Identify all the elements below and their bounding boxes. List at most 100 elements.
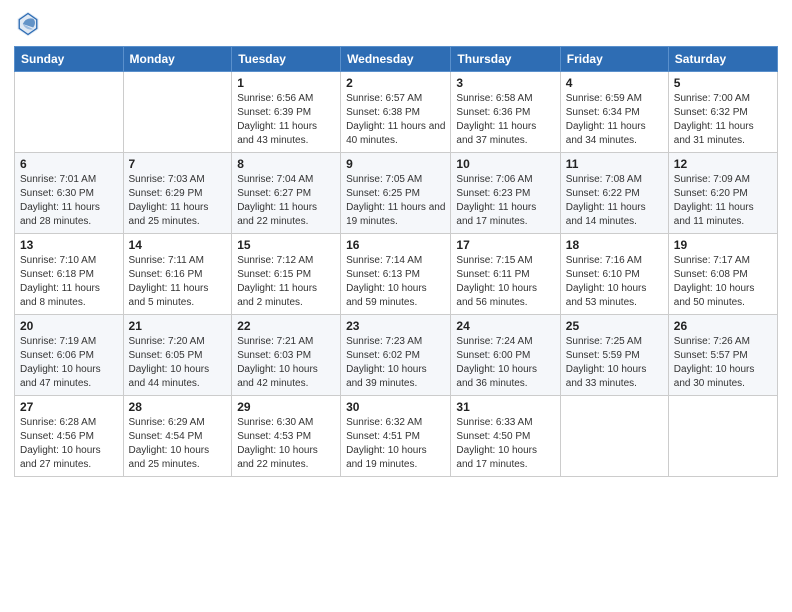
day-number: 12: [674, 157, 772, 171]
day-number: 28: [129, 400, 227, 414]
day-info: Sunrise: 7:01 AM Sunset: 6:30 PM Dayligh…: [20, 173, 118, 229]
day-number: 1: [237, 76, 335, 90]
day-cell: 31 Sunrise: 6:33 AM Sunset: 4:50 PM Dayli…: [451, 396, 560, 477]
day-cell: 22 Sunrise: 7:21 AM Sunset: 6:03 PM Dayli…: [232, 315, 341, 396]
day-number: 24: [456, 319, 554, 333]
day-cell: 15Sunrise: 7:12 AM Sunset: 6:15 PM Dayli…: [232, 234, 341, 315]
day-info: Sunrise: 6:59 AM Sunset: 6:34 PM Dayligh…: [566, 92, 663, 148]
day-info: Sunrise: 7:26 AM Sunset: 5:57 PM Dayligh…: [674, 335, 772, 391]
day-cell: 21 Sunrise: 7:20 AM Sunset: 6:05 PM Dayli…: [123, 315, 232, 396]
day-cell: 2 Sunrise: 6:57 AM Sunset: 6:38 PM Daylig…: [341, 72, 451, 153]
day-number: 22: [237, 319, 335, 333]
day-cell: 12 Sunrise: 7:09 AM Sunset: 6:20 PM Dayli…: [668, 153, 777, 234]
day-number: 29: [237, 400, 335, 414]
day-cell: 28Sunrise: 6:29 AM Sunset: 4:54 PM Dayli…: [123, 396, 232, 477]
day-number: 21: [129, 319, 227, 333]
day-info: Sunrise: 7:04 AM Sunset: 6:27 PM Dayligh…: [237, 173, 335, 229]
day-number: 17: [456, 238, 554, 252]
day-info: Sunrise: 7:21 AM Sunset: 6:03 PM Dayligh…: [237, 335, 335, 391]
day-cell: 20 Sunrise: 7:19 AM Sunset: 6:06 PM Dayli…: [15, 315, 124, 396]
day-info: Sunrise: 6:57 AM Sunset: 6:38 PM Dayligh…: [346, 92, 445, 148]
weekday-header-monday: Monday: [123, 47, 232, 72]
day-info: Sunrise: 7:15 AM Sunset: 6:11 PM Dayligh…: [456, 254, 554, 310]
day-number: 26: [674, 319, 772, 333]
weekday-header-row: SundayMondayTuesdayWednesdayThursdayFrid…: [15, 47, 778, 72]
day-cell: 25 Sunrise: 7:25 AM Sunset: 5:59 PM Dayli…: [560, 315, 668, 396]
day-cell: 4 Sunrise: 6:59 AM Sunset: 6:34 PM Daylig…: [560, 72, 668, 153]
day-cell: 18Sunrise: 7:16 AM Sunset: 6:10 PM Dayli…: [560, 234, 668, 315]
day-cell: 6Sunrise: 7:01 AM Sunset: 6:30 PM Daylig…: [15, 153, 124, 234]
week-row-3: 13 Sunrise: 7:10 AM Sunset: 6:18 PM Dayli…: [15, 234, 778, 315]
day-cell: 3 Sunrise: 6:58 AM Sunset: 6:36 PM Daylig…: [451, 72, 560, 153]
day-info: Sunrise: 6:56 AM Sunset: 6:39 PM Dayligh…: [237, 92, 335, 148]
weekday-header-thursday: Thursday: [451, 47, 560, 72]
day-number: 30: [346, 400, 445, 414]
day-info: Sunrise: 7:03 AM Sunset: 6:29 PM Dayligh…: [129, 173, 227, 229]
day-number: 13: [20, 238, 118, 252]
day-cell: [668, 396, 777, 477]
day-number: 3: [456, 76, 554, 90]
day-info: Sunrise: 6:32 AM Sunset: 4:51 PM Dayligh…: [346, 416, 445, 472]
day-cell: 16 Sunrise: 7:14 AM Sunset: 6:13 PM Dayli…: [341, 234, 451, 315]
week-row-5: 27 Sunrise: 6:28 AM Sunset: 4:56 PM Dayli…: [15, 396, 778, 477]
day-cell: 10Sunrise: 7:06 AM Sunset: 6:23 PM Dayli…: [451, 153, 560, 234]
week-row-2: 6Sunrise: 7:01 AM Sunset: 6:30 PM Daylig…: [15, 153, 778, 234]
day-info: Sunrise: 6:33 AM Sunset: 4:50 PM Dayligh…: [456, 416, 554, 472]
day-number: 18: [566, 238, 663, 252]
day-cell: 30 Sunrise: 6:32 AM Sunset: 4:51 PM Dayli…: [341, 396, 451, 477]
day-number: 16: [346, 238, 445, 252]
day-info: Sunrise: 7:19 AM Sunset: 6:06 PM Dayligh…: [20, 335, 118, 391]
day-info: Sunrise: 7:25 AM Sunset: 5:59 PM Dayligh…: [566, 335, 663, 391]
day-cell: 19 Sunrise: 7:17 AM Sunset: 6:08 PM Dayli…: [668, 234, 777, 315]
day-number: 19: [674, 238, 772, 252]
day-cell: 17 Sunrise: 7:15 AM Sunset: 6:11 PM Dayli…: [451, 234, 560, 315]
weekday-header-friday: Friday: [560, 47, 668, 72]
week-row-1: 1 Sunrise: 6:56 AM Sunset: 6:39 PM Daylig…: [15, 72, 778, 153]
logo-icon: [14, 10, 42, 38]
week-row-4: 20 Sunrise: 7:19 AM Sunset: 6:06 PM Dayli…: [15, 315, 778, 396]
day-info: Sunrise: 7:08 AM Sunset: 6:22 PM Dayligh…: [566, 173, 663, 229]
page: SundayMondayTuesdayWednesdayThursdayFrid…: [0, 0, 792, 612]
day-cell: 5Sunrise: 7:00 AM Sunset: 6:32 PM Daylig…: [668, 72, 777, 153]
day-info: Sunrise: 7:10 AM Sunset: 6:18 PM Dayligh…: [20, 254, 118, 310]
day-number: 2: [346, 76, 445, 90]
day-info: Sunrise: 6:58 AM Sunset: 6:36 PM Dayligh…: [456, 92, 554, 148]
weekday-header-wednesday: Wednesday: [341, 47, 451, 72]
day-number: 10: [456, 157, 554, 171]
day-number: 8: [237, 157, 335, 171]
day-cell: 23Sunrise: 7:23 AM Sunset: 6:02 PM Dayli…: [341, 315, 451, 396]
weekday-header-sunday: Sunday: [15, 47, 124, 72]
day-cell: 14 Sunrise: 7:11 AM Sunset: 6:16 PM Dayli…: [123, 234, 232, 315]
day-cell: 7 Sunrise: 7:03 AM Sunset: 6:29 PM Daylig…: [123, 153, 232, 234]
day-number: 9: [346, 157, 445, 171]
day-info: Sunrise: 7:17 AM Sunset: 6:08 PM Dayligh…: [674, 254, 772, 310]
day-number: 25: [566, 319, 663, 333]
day-number: 27: [20, 400, 118, 414]
day-number: 20: [20, 319, 118, 333]
day-info: Sunrise: 7:00 AM Sunset: 6:32 PM Dayligh…: [674, 92, 772, 148]
day-info: Sunrise: 7:20 AM Sunset: 6:05 PM Dayligh…: [129, 335, 227, 391]
weekday-header-tuesday: Tuesday: [232, 47, 341, 72]
day-info: Sunrise: 7:09 AM Sunset: 6:20 PM Dayligh…: [674, 173, 772, 229]
day-info: Sunrise: 6:30 AM Sunset: 4:53 PM Dayligh…: [237, 416, 335, 472]
day-number: 11: [566, 157, 663, 171]
header: [14, 10, 778, 38]
logo: [14, 10, 46, 38]
day-info: Sunrise: 6:28 AM Sunset: 4:56 PM Dayligh…: [20, 416, 118, 472]
weekday-header-saturday: Saturday: [668, 47, 777, 72]
day-cell: 8 Sunrise: 7:04 AM Sunset: 6:27 PM Daylig…: [232, 153, 341, 234]
day-cell: 26 Sunrise: 7:26 AM Sunset: 5:57 PM Dayli…: [668, 315, 777, 396]
day-number: 4: [566, 76, 663, 90]
day-number: 23: [346, 319, 445, 333]
day-number: 7: [129, 157, 227, 171]
day-info: Sunrise: 7:11 AM Sunset: 6:16 PM Dayligh…: [129, 254, 227, 310]
day-number: 15: [237, 238, 335, 252]
day-info: Sunrise: 7:24 AM Sunset: 6:00 PM Dayligh…: [456, 335, 554, 391]
day-info: Sunrise: 7:14 AM Sunset: 6:13 PM Dayligh…: [346, 254, 445, 310]
day-cell: 29 Sunrise: 6:30 AM Sunset: 4:53 PM Dayli…: [232, 396, 341, 477]
day-info: Sunrise: 7:05 AM Sunset: 6:25 PM Dayligh…: [346, 173, 445, 229]
calendar-table: SundayMondayTuesdayWednesdayThursdayFrid…: [14, 46, 778, 477]
day-number: 31: [456, 400, 554, 414]
day-cell: 1 Sunrise: 6:56 AM Sunset: 6:39 PM Daylig…: [232, 72, 341, 153]
day-number: 14: [129, 238, 227, 252]
